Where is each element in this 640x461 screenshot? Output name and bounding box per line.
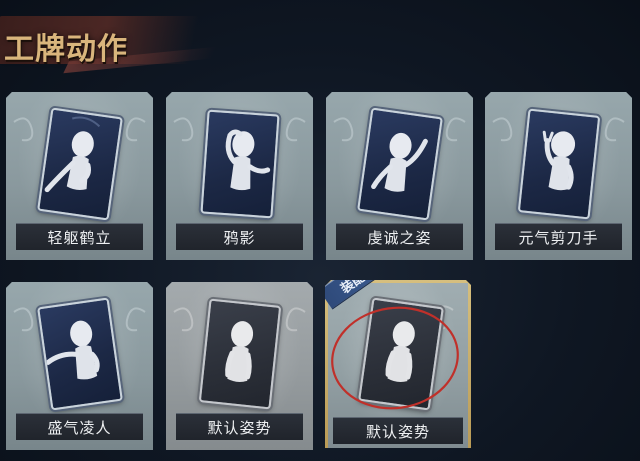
emote-gallery: 工牌动作 轻躯鹤立 鸦影 虔诚之姿 元气剪刀手 盛气凌人 默认姿势 装配 默认姿… bbox=[0, 0, 640, 461]
card-label: 鸦影 bbox=[223, 228, 256, 247]
pose-silhouette-card bbox=[37, 107, 123, 221]
emote-card-crane[interactable]: 轻躯鹤立 bbox=[6, 92, 153, 260]
silhouette-crow-icon bbox=[225, 129, 271, 191]
silhouette-peace-icon bbox=[542, 130, 576, 191]
pose-silhouette-card bbox=[200, 109, 280, 219]
card-label: 默认姿势 bbox=[207, 418, 272, 437]
card-label: 元气剪刀手 bbox=[518, 228, 599, 247]
card-label-bar: 元气剪刀手 bbox=[495, 223, 622, 250]
card-label-bar: 鸦影 bbox=[176, 223, 303, 250]
silhouette-default-icon bbox=[385, 321, 415, 382]
silhouette-default-icon bbox=[225, 321, 254, 382]
pose-silhouette-card bbox=[358, 297, 444, 411]
silhouette-arrogant-icon bbox=[45, 320, 100, 380]
emote-card-default[interactable]: 默认姿势 bbox=[166, 282, 313, 450]
card-label-bar: 虔诚之姿 bbox=[336, 223, 463, 250]
card-label: 虔诚之姿 bbox=[367, 228, 432, 247]
card-label-bar: 轻躯鹤立 bbox=[16, 223, 143, 250]
card-label: 默认姿势 bbox=[365, 422, 430, 441]
pose-silhouette-card bbox=[198, 298, 282, 410]
pose-silhouette-card bbox=[37, 297, 123, 411]
card-label-bar: 盛气凌人 bbox=[16, 413, 143, 440]
card-label-bar: 默认姿势 bbox=[176, 413, 303, 440]
emote-card-devout[interactable]: 虔诚之姿 bbox=[326, 92, 473, 260]
pose-silhouette-card bbox=[357, 107, 443, 221]
silhouette-crane-icon bbox=[44, 116, 101, 193]
card-label-bar: 默认姿势 bbox=[333, 417, 463, 444]
card-label: 轻躯鹤立 bbox=[47, 228, 112, 247]
silhouette-devout-icon bbox=[371, 132, 428, 192]
header-banner: 工牌动作 bbox=[0, 10, 217, 74]
emote-card-peace[interactable]: 元气剪刀手 bbox=[485, 92, 632, 260]
page-title: 工牌动作 bbox=[4, 32, 128, 67]
emote-card-arrogant[interactable]: 盛气凌人 bbox=[6, 282, 153, 450]
card-label: 盛气凌人 bbox=[47, 418, 112, 437]
emote-card-default-equipped[interactable]: 装配 默认姿势 bbox=[325, 280, 471, 448]
pose-silhouette-card bbox=[517, 108, 601, 220]
emote-card-crow[interactable]: 鸦影 bbox=[166, 92, 313, 260]
